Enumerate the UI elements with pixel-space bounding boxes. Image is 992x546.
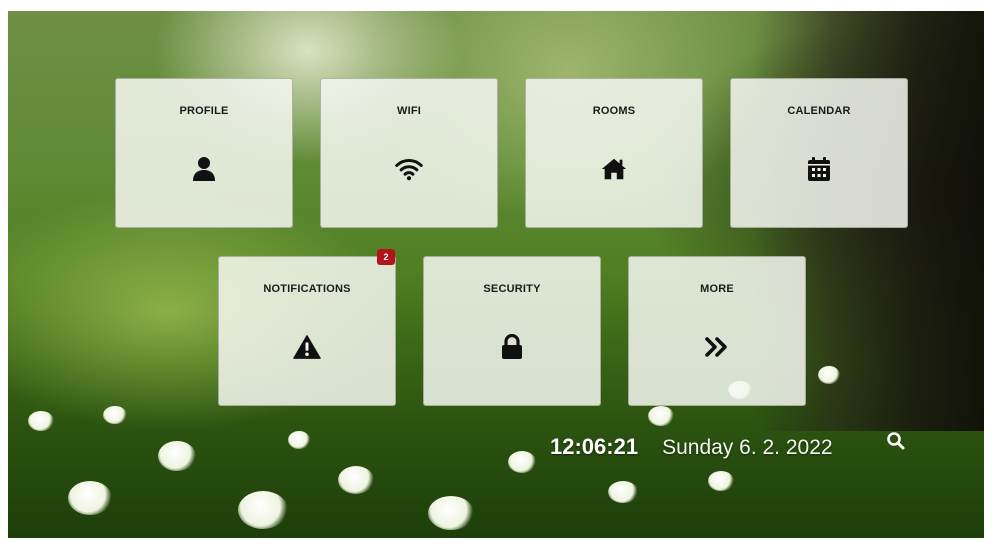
user-icon [190, 155, 218, 183]
profile-tile[interactable]: PROFILE [115, 78, 293, 228]
more-tile[interactable]: MORE [628, 256, 806, 406]
search-button[interactable] [885, 430, 907, 452]
security-tile[interactable]: SECURITY [423, 256, 601, 406]
wifi-tile-label: WIFI [396, 105, 421, 117]
warning-icon [293, 333, 321, 361]
calendar-tile[interactable]: CALENDAR [730, 78, 908, 228]
wifi-icon [395, 155, 423, 183]
calendar-tile-label: CALENDAR [787, 105, 851, 117]
notifications-badge: 2 [377, 249, 395, 265]
clock-time: 12:06:21 [550, 434, 639, 459]
notifications-tile[interactable]: 2 NOTIFICATIONS [218, 249, 396, 406]
background-flower [508, 451, 536, 473]
background-flower [338, 466, 374, 494]
status-bar: 12:06:21 Sunday 6. 2. 2022 [550, 434, 833, 464]
background-flower [708, 471, 734, 491]
security-tile-label: SECURITY [483, 283, 541, 295]
double-chevron-right-icon [703, 333, 731, 361]
background-flower [28, 411, 54, 431]
calendar-icon [805, 155, 833, 183]
background-flower [238, 491, 288, 529]
notifications-tile-label: NOTIFICATIONS [263, 283, 351, 295]
background-flower [648, 406, 674, 426]
background-flower [103, 406, 127, 424]
more-tile-label: MORE [700, 283, 734, 295]
background-flower [288, 431, 310, 449]
background-flower [818, 366, 840, 384]
clock-date: Sunday 6. 2. 2022 [662, 436, 833, 459]
wifi-tile[interactable]: WIFI [320, 78, 498, 228]
lock-icon [498, 333, 526, 361]
search-icon [887, 432, 905, 450]
profile-tile-label: PROFILE [179, 105, 229, 117]
background-flower [68, 481, 112, 515]
background-flower [608, 481, 638, 503]
rooms-tile[interactable]: ROOMS [525, 78, 703, 228]
home-icon [600, 155, 628, 183]
background-flower [158, 441, 196, 471]
background-flower [428, 496, 474, 530]
rooms-tile-label: ROOMS [592, 105, 636, 117]
